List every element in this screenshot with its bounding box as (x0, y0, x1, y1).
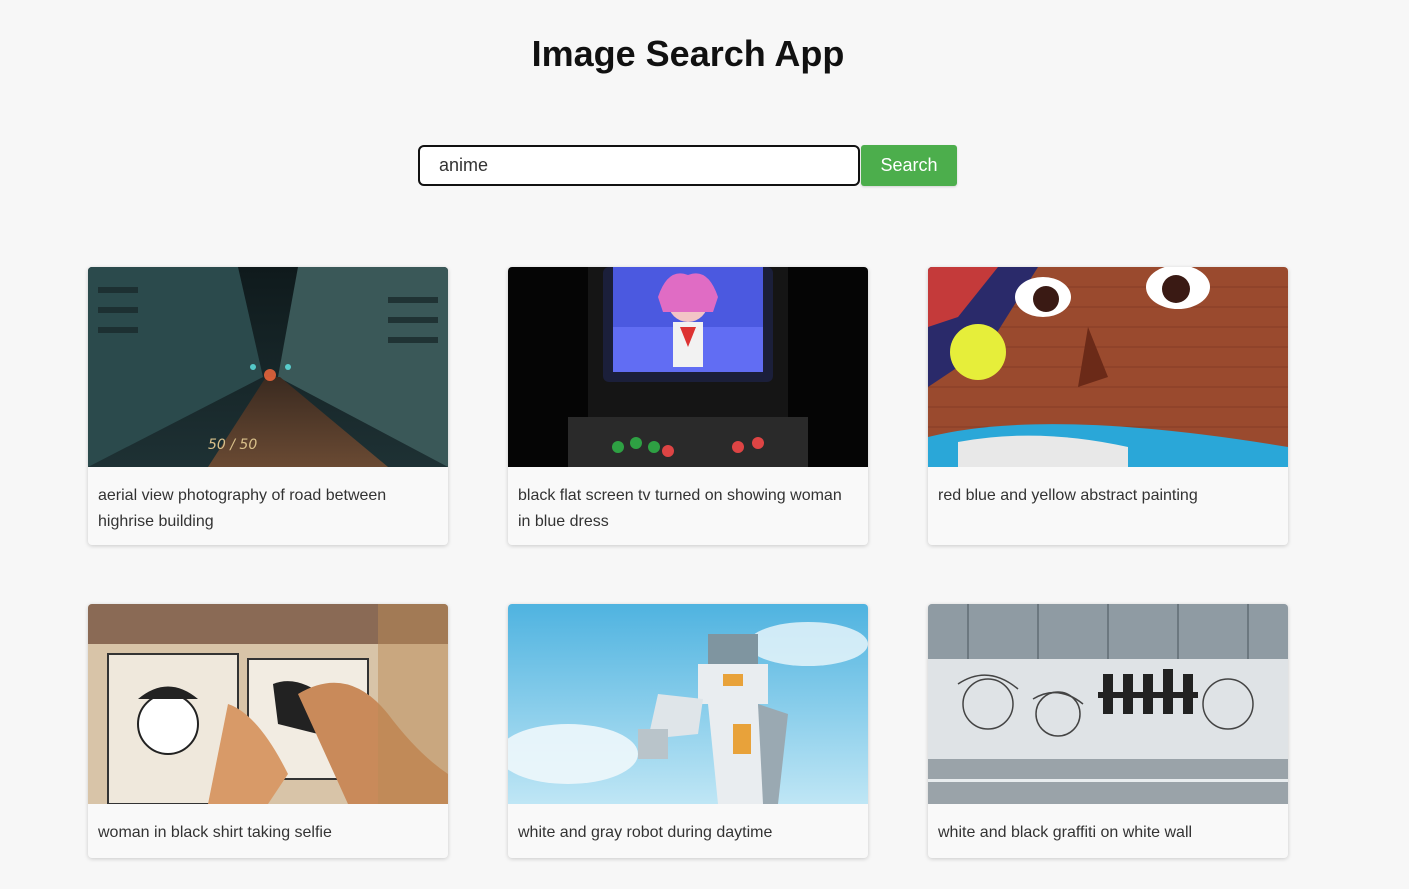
result-card[interactable]: 50 / 50 aerial view photography of road … (88, 267, 448, 545)
result-caption: woman in black shirt taking selfie (98, 824, 332, 841)
svg-text:50 / 50: 50 / 50 (208, 437, 257, 453)
result-card[interactable]: white and gray robot during daytime (508, 604, 868, 858)
page-title: Image Search App (531, 33, 845, 74)
search-button[interactable]: Search (861, 145, 957, 186)
result-card[interactable]: black flat screen tv turned on showing w… (508, 267, 868, 545)
result-caption: white and gray robot during daytime (518, 824, 773, 841)
result-card[interactable]: white and black graffiti on white wall (928, 604, 1288, 858)
result-image[interactable] (928, 267, 1288, 467)
search-form: Search (418, 145, 957, 186)
result-card[interactable]: red blue and yellow abstract painting (928, 267, 1288, 545)
result-image[interactable]: 50 / 50 (88, 267, 448, 467)
result-card[interactable]: woman in black shirt taking selfie (88, 604, 448, 858)
result-caption: white and black graffiti on white wall (938, 824, 1193, 841)
result-image[interactable] (508, 267, 868, 467)
search-input[interactable] (418, 145, 860, 186)
result-caption: red blue and yellow abstract painting (938, 487, 1198, 504)
result-image[interactable] (88, 604, 448, 804)
result-caption: black flat screen tv turned on showing w… (518, 487, 842, 530)
results-grid: 50 / 50 aerial view photography of road … (88, 267, 1288, 858)
result-caption: aerial view photography of road between … (98, 487, 387, 530)
result-image[interactable] (508, 604, 868, 804)
result-image[interactable] (928, 604, 1288, 804)
